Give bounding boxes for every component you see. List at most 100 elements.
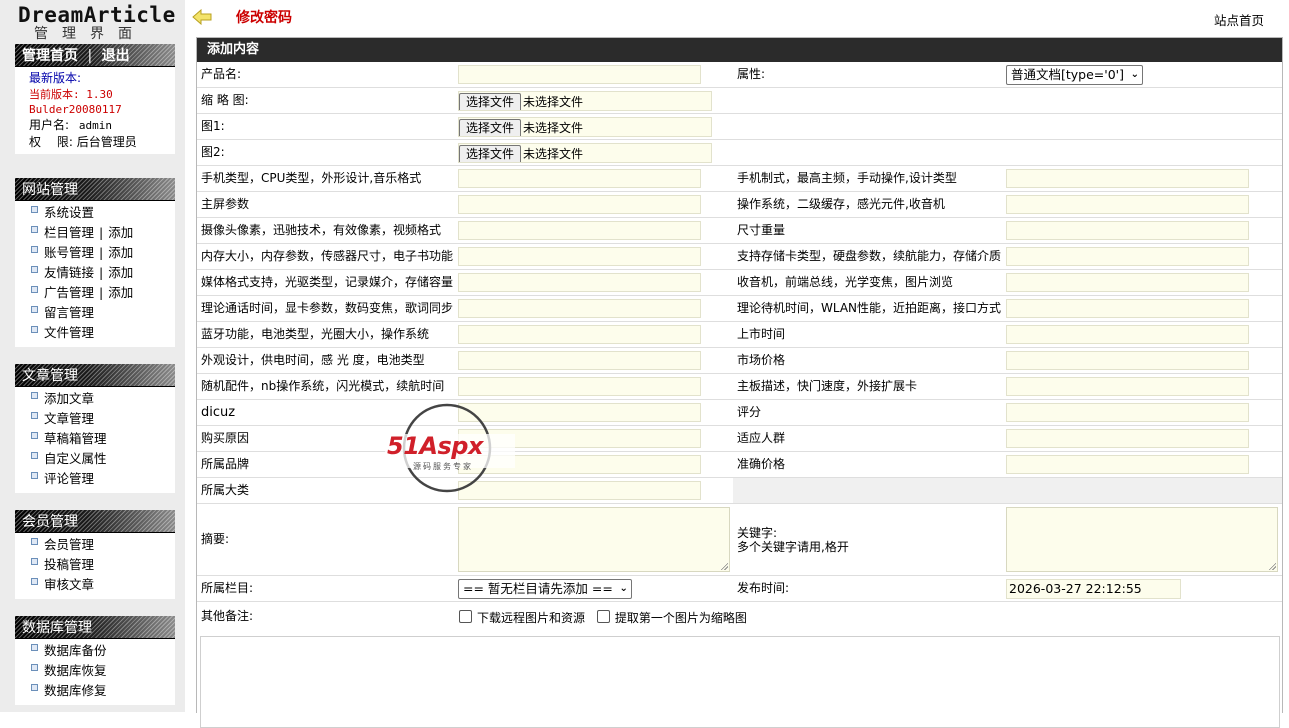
choose-file-button[interactable]: 选择文件 [459,145,522,162]
field-input[interactable] [1006,195,1249,214]
product-name-input[interactable] [458,65,701,84]
sidebar-item-add-article[interactable]: 添加文章 [15,389,175,409]
role-value: 后台管理员 [76,135,137,149]
field-input[interactable] [1006,325,1249,344]
image1-file-input[interactable]: 选择文件 未选择文件 [458,117,712,137]
sidebar-item-db-repair[interactable]: 数据库修复 [15,681,175,701]
file-status: 未选择文件 [523,121,584,135]
bullet-icon [31,452,38,459]
attribute-selected-value: 普通文档[type='0'] [1011,67,1124,82]
sidebar-item-column-manage[interactable]: 栏目管理 | 添加 [15,223,175,243]
sidebar-item-message-manage[interactable]: 留言管理 [15,303,175,323]
field-input[interactable] [1006,429,1249,448]
nav-section-title: 会员管理 [15,510,175,533]
keywords-hint: 多个关键字请用,格开 [737,540,849,554]
first-thumb-checkbox[interactable] [596,610,610,623]
field-input[interactable] [458,377,701,396]
site-home-link[interactable]: 站点首页 [1214,10,1264,29]
product-name-label: 产品名: [201,67,242,81]
add-account-link[interactable]: 添加 [108,245,133,260]
field-input[interactable] [1006,247,1249,266]
form-row: 主屏参数 操作系统，二级缓存，感光元件,收音机 [197,192,1282,218]
sidebar: DreamArticle 管理界面 管理首页 | 退出 最新版本: 当前版本: … [0,0,185,712]
chevron-down-icon: ⌄ [619,583,628,594]
current-version: 当前版本: 1.30 [29,88,113,101]
form-row: 蓝牙功能，电池类型，光圈大小，操作系统 上市时间 [197,322,1282,348]
column-select[interactable]: == 暂无栏目请先添加 == ⌄ [458,579,632,599]
attribute-select[interactable]: 普通文档[type='0'] ⌄ [1006,65,1143,85]
add-ad-link[interactable]: 添加 [108,285,133,300]
add-link-link[interactable]: 添加 [108,265,133,280]
sidebar-item-label[interactable]: 账号管理 [44,245,94,260]
back-arrow-icon[interactable] [192,9,212,25]
field-input[interactable] [1006,221,1249,240]
choose-file-button[interactable]: 选择文件 [459,93,522,110]
field-input[interactable] [1006,169,1249,188]
change-password-link[interactable]: 修改密码 [236,9,292,27]
field-input[interactable] [458,351,701,370]
form-row: 所属大类 [197,478,1282,504]
sidebar-item-article-manage[interactable]: 文章管理 [15,409,175,429]
download-remote-checkbox[interactable] [459,610,472,623]
sidebar-item-file-manage[interactable]: 文件管理 [15,323,175,343]
field-input[interactable] [1006,299,1249,318]
sidebar-item-review-article[interactable]: 审核文章 [15,575,175,595]
admin-panel: 管理首页 | 退出 最新版本: 当前版本: 1.30 Bulder2008011… [15,44,175,154]
field-input[interactable] [458,195,701,214]
field-input[interactable] [1006,403,1249,422]
sidebar-item-member-manage[interactable]: 会员管理 [15,535,175,555]
sidebar-item-drafts[interactable]: 草稿箱管理 [15,429,175,449]
content-editor[interactable] [200,636,1280,728]
field-label: 主板描述，快门速度，外接扩展卡 [737,379,918,393]
sidebar-item-system-settings[interactable]: 系统设置 [15,203,175,223]
field-input[interactable] [458,325,701,344]
field-input[interactable] [1006,455,1249,474]
field-input[interactable] [458,221,701,240]
form-row: 缩 略 图: 选择文件 未选择文件 [197,88,1282,114]
field-label: 手机制式，最高主频，手动操作,设计类型 [737,171,957,185]
sidebar-item-account-manage[interactable]: 账号管理 | 添加 [15,243,175,263]
sidebar-item-friend-links[interactable]: 友情链接 | 添加 [15,263,175,283]
add-column-link[interactable]: 添加 [108,225,133,240]
logo-text: DreamArticle [18,3,176,27]
sidebar-item-custom-attr[interactable]: 自定义属性 [15,449,175,469]
sidebar-item-label[interactable]: 友情链接 [44,265,94,280]
sidebar-item-label[interactable]: 广告管理 [44,285,94,300]
bullet-icon [31,266,38,273]
nav-section-title: 数据库管理 [15,616,175,639]
field-input[interactable] [1006,351,1249,370]
field-input[interactable] [458,299,701,318]
other-notes-label: 其他备注: [201,609,254,623]
sidebar-item-submission-manage[interactable]: 投稿管理 [15,555,175,575]
sidebar-item-comments[interactable]: 评论管理 [15,469,175,489]
form-row: 图2: 选择文件 未选择文件 [197,140,1282,166]
bullet-icon [31,684,38,691]
form-row: 手机类型，CPU类型，外形设计,音乐格式 手机制式，最高主频，手动操作,设计类型 [197,166,1282,192]
keywords-textarea[interactable] [1006,507,1278,572]
sidebar-item-label[interactable]: 栏目管理 [44,225,94,240]
summary-textarea[interactable] [458,507,730,572]
form-row: 产品名: 属性: 普通文档[type='0'] ⌄ [197,62,1282,88]
field-input[interactable] [458,247,701,266]
column-label: 所属栏目: [201,581,254,595]
field-input[interactable] [1006,273,1249,292]
bullet-icon [31,664,38,671]
field-input[interactable] [458,169,701,188]
sidebar-item-db-restore[interactable]: 数据库恢复 [15,661,175,681]
publish-time-input[interactable]: 2026-03-27 22:12:55 [1006,579,1181,599]
field-input[interactable] [1006,377,1249,396]
divider: | [87,48,93,64]
thumbnail-file-input[interactable]: 选择文件 未选择文件 [458,91,712,111]
sidebar-item-label: 留言管理 [44,305,95,320]
bullet-icon [31,226,38,233]
admin-home-link[interactable]: 管理首页 [22,48,78,64]
sidebar-item-ad-manage[interactable]: 广告管理 | 添加 [15,283,175,303]
image2-file-input[interactable]: 选择文件 未选择文件 [458,143,712,163]
sidebar-item-db-backup[interactable]: 数据库备份 [15,641,175,661]
resize-grip-icon [1268,562,1276,570]
choose-file-button[interactable]: 选择文件 [459,119,522,136]
logout-link[interactable]: 退出 [102,48,130,64]
field-label: 收音机，前端总线，光学变焦，图片浏览 [737,275,954,289]
field-input[interactable] [458,273,701,292]
attribute-label: 属性: [737,67,766,81]
